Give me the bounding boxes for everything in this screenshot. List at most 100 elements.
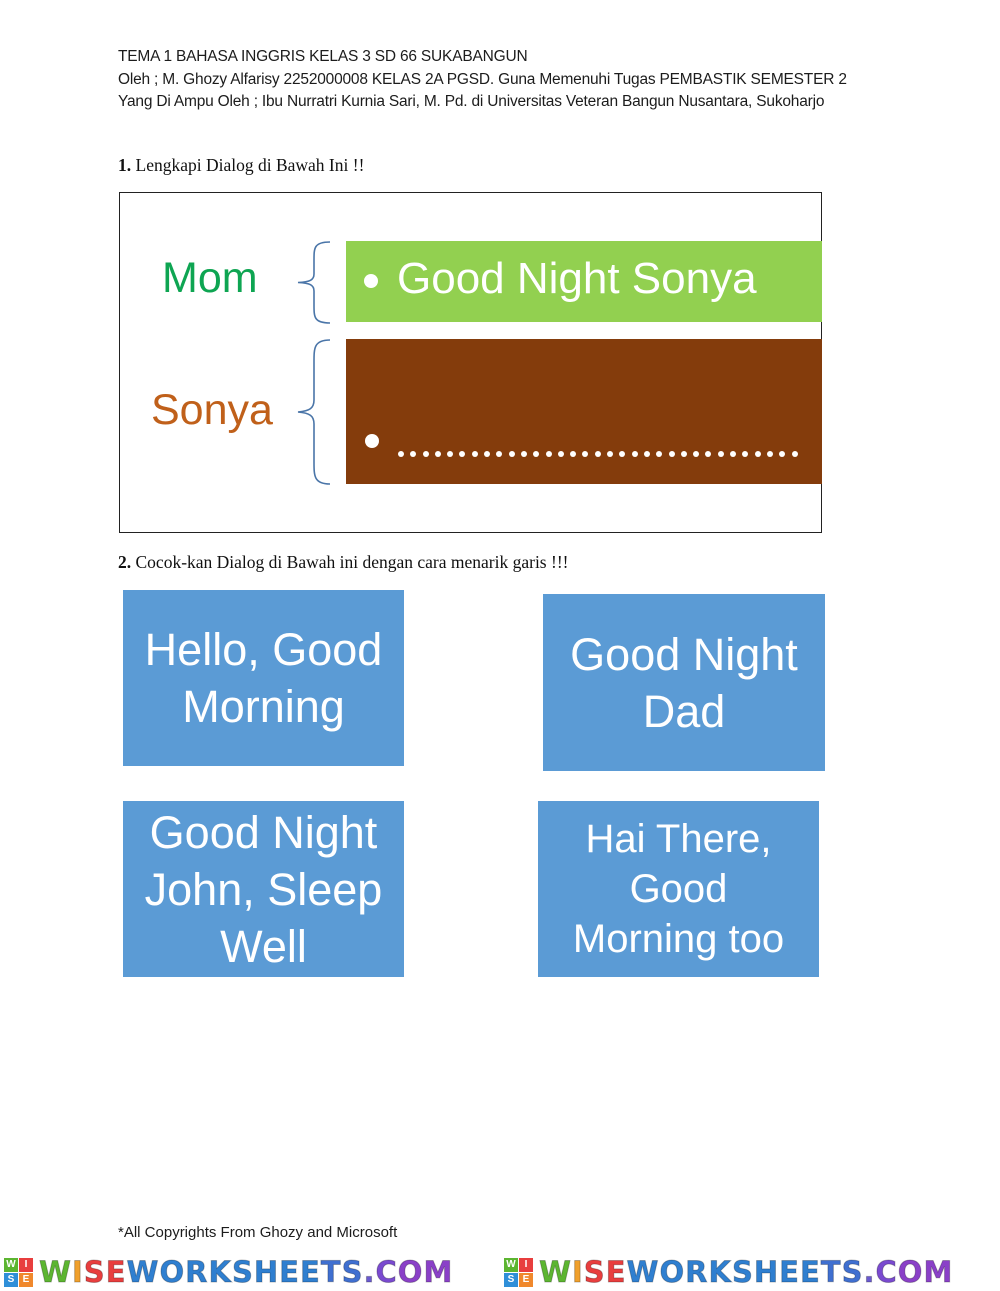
watermark-letter: K xyxy=(208,1255,232,1290)
logo-tile: W xyxy=(4,1257,18,1272)
blank-dot xyxy=(582,451,589,457)
watermark-letter: R xyxy=(685,1255,709,1290)
wise-logo-icon: W I S E xyxy=(504,1257,533,1287)
blank-dot xyxy=(680,451,687,457)
blank-dot xyxy=(705,451,712,457)
card-text-line: Good Night xyxy=(149,806,378,858)
logo-tile: S xyxy=(4,1272,18,1287)
dialog-line-sonya-blank[interactable] xyxy=(346,339,822,484)
watermark-letter: E xyxy=(779,1255,800,1290)
watermark-letter: . xyxy=(363,1255,376,1290)
blank-dot xyxy=(594,451,601,457)
brace-icon xyxy=(297,241,331,324)
watermark-letter: S xyxy=(583,1255,606,1290)
watermark-banner: W I S E WISEWORKSHEETS.COM xyxy=(4,1255,454,1290)
watermark-letter: I xyxy=(572,1255,584,1290)
watermark-letter: O xyxy=(659,1255,686,1290)
watermark-letter: . xyxy=(863,1255,876,1290)
blank-dot xyxy=(496,451,503,457)
watermark-text: WISEWORKSHEETS.COM xyxy=(539,1255,953,1290)
card-text-line: Good Night xyxy=(570,628,798,680)
match-card-hai-there[interactable]: Hai There, Good Morning too xyxy=(538,801,819,977)
match-card-good-night-dad[interactable]: Good Night Dad xyxy=(543,594,825,771)
watermark-letter: O xyxy=(159,1255,186,1290)
blank-dot xyxy=(754,451,761,457)
blank-dot xyxy=(533,451,540,457)
watermark-letter: E xyxy=(799,1255,821,1290)
blank-dot xyxy=(742,451,749,457)
header-title: TEMA 1 BAHASA INGGRIS KELAS 3 SD 66 SUKA… xyxy=(118,48,528,65)
match-card-good-night-john[interactable]: Good Night John, Sleep Well xyxy=(123,801,404,977)
brace-icon xyxy=(297,339,331,485)
logo-tile: E xyxy=(519,1272,533,1287)
watermark-letter: S xyxy=(731,1255,754,1290)
blank-dot xyxy=(410,451,417,457)
logo-tile: I xyxy=(519,1257,533,1272)
card-text-line: John, Sleep xyxy=(144,863,383,915)
watermark-letter: I xyxy=(72,1255,84,1290)
blank-dot xyxy=(656,451,663,457)
card-text-line: Hai There, xyxy=(585,817,772,861)
blank-dot xyxy=(607,451,614,457)
dialog-line-mom: Good Night Sonya xyxy=(346,241,822,322)
watermark-letter: S xyxy=(83,1255,106,1290)
watermark-text: WISEWORKSHEETS.COM xyxy=(39,1255,454,1290)
blank-dot xyxy=(779,451,786,457)
watermark-letter: S xyxy=(341,1255,364,1290)
blank-dot xyxy=(508,451,515,457)
blank-dot xyxy=(693,451,700,457)
watermark-letter: T xyxy=(320,1255,342,1290)
watermark-letter: E xyxy=(299,1255,321,1290)
blank-dot xyxy=(520,451,527,457)
watermark-letter: C xyxy=(875,1255,898,1290)
question-2-text: Cocok-kan Dialog di Bawah ini dengan car… xyxy=(135,552,569,572)
logo-tile: I xyxy=(19,1257,33,1272)
card-text-line: Dad xyxy=(642,685,726,737)
watermark-letter: E xyxy=(279,1255,300,1290)
question-1-heading: 1. Lengkapi Dialog di Bawah Ini !! xyxy=(118,155,364,176)
card-text-line: Morning xyxy=(182,681,345,732)
header-lecturer: Yang Di Ampu Oleh ; Ibu Nurratri Kurnia … xyxy=(118,93,825,110)
question-2-heading: 2. Cocok-kan Dialog di Bawah ini dengan … xyxy=(118,552,568,573)
watermark-letter: W xyxy=(39,1255,72,1290)
card-text-line: Good xyxy=(629,867,728,911)
blank-dot xyxy=(422,451,429,457)
blank-dot xyxy=(398,451,404,457)
blank-dot xyxy=(471,451,478,457)
bullet-icon xyxy=(364,274,378,288)
watermark-letter: C xyxy=(375,1255,398,1290)
blank-dot xyxy=(766,451,773,457)
watermark-letter: S xyxy=(231,1255,254,1290)
card-text-line: Hello, Good xyxy=(144,624,383,675)
logo-tile: W xyxy=(504,1257,518,1272)
watermark-letter: O xyxy=(897,1255,924,1290)
watermark-letter: S xyxy=(841,1255,864,1290)
blank-dot xyxy=(730,451,737,457)
watermark-letter: E xyxy=(105,1255,127,1290)
speaker-mom: Mom xyxy=(162,254,258,302)
logo-tile: E xyxy=(19,1272,33,1287)
header-author: Oleh ; M. Ghozy Alfarisy 2252000008 KELA… xyxy=(118,71,847,88)
dialog-text-mom: Good Night Sonya xyxy=(397,254,757,303)
blank-dot xyxy=(668,451,675,457)
blank-dot xyxy=(447,451,454,457)
watermark-letter: M xyxy=(423,1255,454,1290)
question-2-number: 2. xyxy=(118,552,132,572)
watermark-letter: K xyxy=(708,1255,732,1290)
speaker-sonya: Sonya xyxy=(151,386,273,434)
blank-dot xyxy=(484,451,491,457)
blank-dot xyxy=(459,451,466,457)
watermark-letter: W xyxy=(539,1255,572,1290)
answer-blank[interactable] xyxy=(398,451,798,457)
blank-dot xyxy=(434,451,441,457)
wise-logo-icon: W I S E xyxy=(4,1257,33,1287)
card-text-line: Well xyxy=(220,920,307,972)
blank-dot xyxy=(717,451,724,457)
match-card-hello-good-morning[interactable]: Hello, Good Morning xyxy=(123,590,404,766)
blank-dot xyxy=(545,451,552,457)
blank-dot xyxy=(791,451,798,457)
watermark-letter: W xyxy=(126,1255,160,1290)
blank-dot xyxy=(619,451,626,457)
watermark-letter: T xyxy=(820,1255,842,1290)
watermark-letter: O xyxy=(397,1255,424,1290)
